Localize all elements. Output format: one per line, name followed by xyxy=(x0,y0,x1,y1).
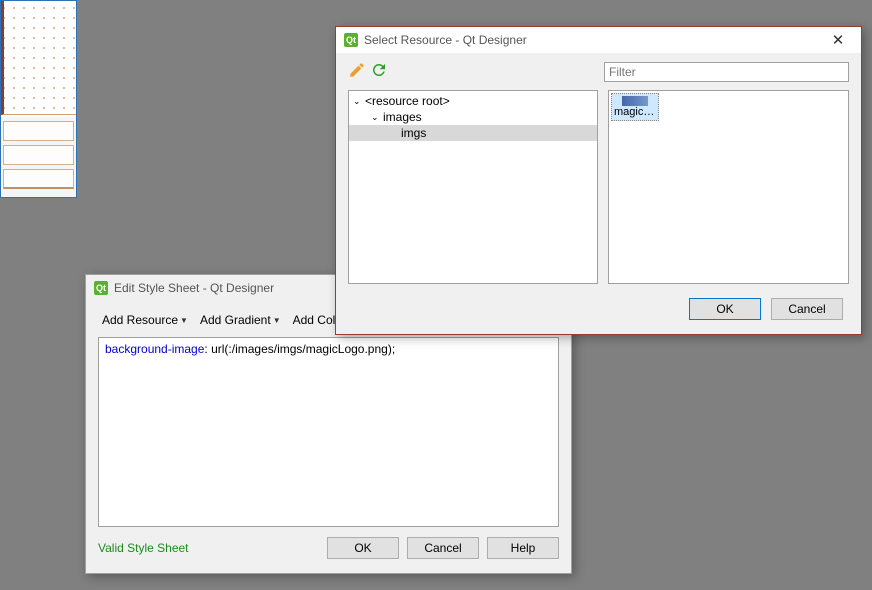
qt-app-icon: Qt xyxy=(94,281,108,295)
bg-row xyxy=(3,121,74,141)
validation-status: Valid Style Sheet xyxy=(98,541,319,555)
select-dialog-titlebar[interactable]: Qt Select Resource - Qt Designer ✕ xyxy=(336,27,861,53)
tree-item-label: images xyxy=(383,110,422,124)
select-resource-dialog: Qt Select Resource - Qt Designer ✕ ⌄ <re… xyxy=(335,26,862,335)
filter-input[interactable] xyxy=(604,62,849,82)
edit-icon[interactable] xyxy=(348,61,366,82)
ok-button[interactable]: OK xyxy=(689,298,761,320)
expand-arrow-icon[interactable]: ⌄ xyxy=(353,96,365,107)
tree-item-root[interactable]: ⌄ <resource root> xyxy=(349,93,597,109)
ok-button[interactable]: OK xyxy=(327,537,399,559)
tree-item-images[interactable]: ⌄ images xyxy=(349,109,597,125)
qt-app-icon: Qt xyxy=(344,33,358,47)
bg-row xyxy=(3,169,74,189)
dropdown-arrow-icon: ▼ xyxy=(273,316,281,325)
select-dialog-toolbar xyxy=(336,53,861,90)
resource-thumbnail[interactable]: magicLo... xyxy=(611,93,659,121)
tree-item-imgs[interactable]: imgs xyxy=(349,125,597,141)
resource-tree[interactable]: ⌄ <resource root> ⌄ images imgs xyxy=(348,90,598,284)
add-resource-label: Add Resource xyxy=(102,313,178,327)
close-button[interactable]: ✕ xyxy=(823,31,853,49)
edit-dialog-footer: Valid Style Sheet OK Cancel Help xyxy=(86,527,571,569)
help-button[interactable]: Help xyxy=(487,537,559,559)
edit-dialog-title: Edit Style Sheet - Qt Designer xyxy=(114,281,274,295)
add-gradient-dropdown[interactable]: Add Gradient ▼ xyxy=(196,311,285,329)
cancel-button[interactable]: Cancel xyxy=(771,298,843,320)
reload-icon[interactable] xyxy=(370,61,388,82)
add-gradient-label: Add Gradient xyxy=(200,313,271,327)
select-dialog-footer: OK Cancel xyxy=(336,284,861,334)
dropdown-arrow-icon: ▼ xyxy=(180,316,188,325)
tree-item-label: imgs xyxy=(401,126,426,140)
css-value: : url(:/images/imgs/magicLogo.png); xyxy=(204,342,395,356)
tree-item-label: <resource root> xyxy=(365,94,450,108)
cancel-button[interactable]: Cancel xyxy=(407,537,479,559)
resource-list[interactable]: magicLo... xyxy=(608,90,849,284)
dot-grid-area xyxy=(1,1,76,115)
thumbnail-image xyxy=(622,96,648,106)
expand-arrow-icon[interactable]: ⌄ xyxy=(371,112,383,123)
thumbnail-label: magicLo... xyxy=(614,106,656,118)
background-designer-window xyxy=(0,0,77,198)
bg-row xyxy=(3,145,74,165)
select-dialog-title: Select Resource - Qt Designer xyxy=(364,33,527,47)
stylesheet-editor[interactable]: background-image: url(:/images/imgs/magi… xyxy=(98,337,559,527)
css-property: background-image xyxy=(105,342,204,356)
add-resource-dropdown[interactable]: Add Resource ▼ xyxy=(98,311,192,329)
background-panel xyxy=(1,117,76,197)
select-dialog-body: ⌄ <resource root> ⌄ images imgs magicLo.… xyxy=(336,90,861,284)
